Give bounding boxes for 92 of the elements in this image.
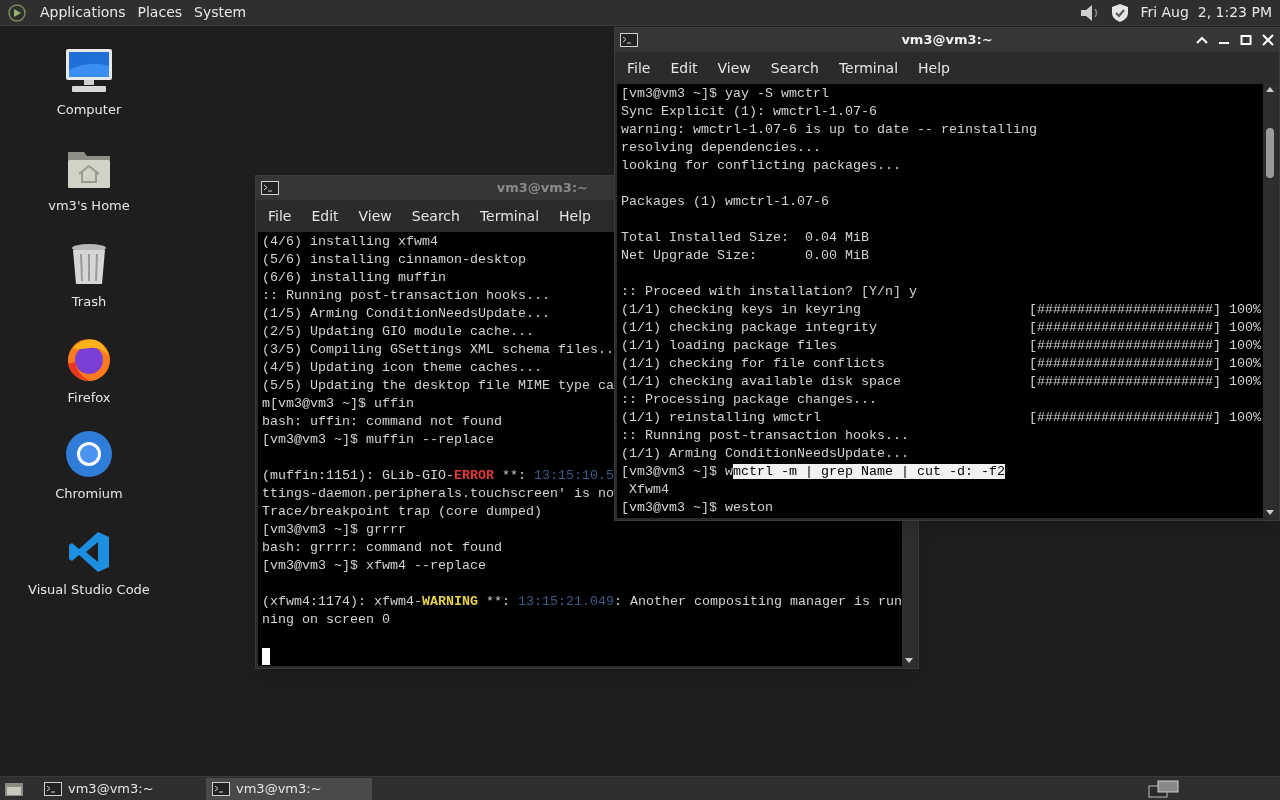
panel-menu[interactable]: Applications xyxy=(34,2,132,23)
terminal-line: :: Running post-transaction hooks... xyxy=(262,287,550,305)
panel-menu[interactable]: System xyxy=(188,2,253,23)
clock[interactable]: Fri Aug 2, 1:23 PM xyxy=(1140,2,1272,23)
terminal-line: bash: grrrr: command not found xyxy=(262,539,502,557)
terminal-line: (1/1) reinstalling wmctrl xyxy=(621,409,821,427)
show-desktop-icon[interactable] xyxy=(4,780,24,797)
terminal-icon xyxy=(44,781,62,796)
terminal-line: ning on screen 0 xyxy=(262,611,390,629)
progress-text: [######################] 100% xyxy=(1029,337,1261,355)
desktop-icon-label[interactable]: vm3's Home xyxy=(48,196,130,216)
terminal-line: (3/5) Compiling GSettings XML schema files.. xyxy=(262,341,614,359)
terminal-line: (muffin:1151): GLib-GIO-ERROR **: 13:15:10.5 xyxy=(262,467,614,485)
terminal-line: bash: uffin: command not found xyxy=(262,413,502,431)
trash-icon xyxy=(70,242,108,286)
terminal-line: :: Processing package changes... xyxy=(621,391,877,409)
scroll-up-icon[interactable] xyxy=(1266,86,1274,92)
terminal-line: (4/5) Updating icon theme caches... xyxy=(262,359,542,377)
scrollbar-thumb[interactable] xyxy=(1266,128,1274,178)
menu-item[interactable]: Terminal xyxy=(469,205,550,227)
terminal-line: (1/1) loading package files xyxy=(621,337,837,355)
terminal-line: looking for conflicting packages... xyxy=(621,157,901,175)
window-title: vm3@vm3:~ xyxy=(901,31,993,50)
terminal-line: (xfwm4:1174): xfwm4-WARNING **: 13:15:21.049: Another compositing manager is run xyxy=(262,593,902,611)
close-button[interactable] xyxy=(1262,34,1274,46)
distro-logo-icon[interactable] xyxy=(8,3,26,22)
workspace-switcher-icon[interactable] xyxy=(1148,779,1180,798)
menu-item[interactable]: File xyxy=(258,205,302,227)
menu-item[interactable]: File xyxy=(617,57,661,79)
desktop-icon-label[interactable]: Chromium xyxy=(55,484,123,504)
terminal-line: (6/6) installing muffin xyxy=(262,269,446,287)
window-title: vm3@vm3:~ xyxy=(496,179,588,198)
terminal-line: Xfwm4 xyxy=(628,481,669,499)
terminal-line: (1/1) checking available disk space xyxy=(621,373,901,391)
menu-item[interactable]: Help xyxy=(908,57,960,79)
task-button[interactable]: vm3@vm3:~ xyxy=(38,777,204,800)
computer-icon xyxy=(64,48,114,94)
terminal-line: Trace/breakpoint trap (core dumped) xyxy=(262,503,542,521)
terminal-line: Packages (1) wmctrl-1.07-6 xyxy=(621,193,829,211)
menu-item[interactable]: Edit xyxy=(301,205,349,227)
terminal-line: warning: wmctrl-1.07-6 is up to date -- reinstalling xyxy=(621,121,1037,139)
progress-text: [######################] 100% xyxy=(1029,409,1261,427)
progress-text: [######################] 100% xyxy=(1029,301,1261,319)
terminal-line: :: Proceed with installation? [Y/n] y xyxy=(621,283,917,301)
terminal-line: (5/5) Updating the desktop file MIME type ca xyxy=(262,377,614,395)
panel-menu[interactable]: Places xyxy=(131,2,189,23)
menu-item[interactable]: Search xyxy=(401,205,470,227)
terminal-line: Total Installed Size: 0.04 MiB xyxy=(621,229,869,247)
terminal-line: :: Running post-transaction hooks... xyxy=(621,427,909,445)
terminal-line: ttings-daemon.peripherals.touchscreen' is no xyxy=(262,485,614,503)
terminal-line: (1/1) checking for file conflicts xyxy=(621,355,885,373)
code-editor-icon xyxy=(67,530,111,574)
scroll-down-icon[interactable] xyxy=(905,658,913,664)
terminal-line: (1/1) checking keys in keyring xyxy=(621,301,861,319)
terminal-line: resolving dependencies... xyxy=(621,139,821,157)
terminal-line: (1/1) Arming ConditionNeedsUpdate... xyxy=(621,445,909,463)
task-button[interactable]: vm3@vm3:~ xyxy=(206,777,372,800)
terminal-line: Sync Explicit (1): wmctrl-1.07-6 xyxy=(621,103,877,121)
menu-item[interactable]: View xyxy=(707,57,761,79)
text-cursor xyxy=(262,647,270,665)
terminal-line: (1/5) Arming ConditionNeedsUpdate... xyxy=(262,305,550,323)
terminal-icon xyxy=(212,781,230,796)
terminal-line: (4/6) installing xfwm4 xyxy=(262,233,438,251)
terminal-line: (2/5) Updating GIO module cache... xyxy=(262,323,534,341)
terminal-line: [vm3@vm3 ~]$ xfwm4 --replace xyxy=(262,557,486,575)
terminal-line: m[vm3@vm3 ~]$ uffin xyxy=(262,395,414,413)
menu-item[interactable]: Help xyxy=(549,205,601,227)
terminal-line: (1/1) checking package integrity xyxy=(621,319,877,337)
maximize-button[interactable] xyxy=(1240,35,1252,45)
menu-item[interactable]: View xyxy=(348,205,402,227)
progress-text: [######################] 100% xyxy=(1029,319,1261,337)
shield-check-icon[interactable] xyxy=(1110,2,1131,23)
terminal-line: Net Upgrade Size: 0.00 MiB xyxy=(621,247,869,265)
terminal-line: (5/6) installing cinnamon-desktop xyxy=(262,251,526,269)
desktop-icon-label[interactable]: Trash xyxy=(71,292,107,312)
progress-text: [######################] 100% xyxy=(1029,373,1261,391)
shade-button[interactable] xyxy=(1196,35,1208,45)
desktop-icon-label[interactable]: Firefox xyxy=(67,388,111,408)
terminal-line: [vm3@vm3 ~]$ yay -S wmctrl xyxy=(621,85,829,103)
scroll-down-icon[interactable] xyxy=(1266,510,1274,516)
terminal-line: [vm3@vm3 ~]$ weston xyxy=(621,499,773,517)
menu-item[interactable]: Terminal xyxy=(828,57,909,79)
desktop-icon-label[interactable]: Computer xyxy=(56,100,122,120)
menu-item[interactable]: Edit xyxy=(660,57,708,79)
terminal-line: [vm3@vm3 ~]$ muffin --replace xyxy=(262,431,494,449)
desktop-icon-label[interactable]: Visual Studio Code xyxy=(28,580,150,600)
progress-text: [######################] 100% xyxy=(1029,355,1261,373)
terminal-icon xyxy=(620,33,638,47)
menu-item[interactable]: Search xyxy=(760,57,829,79)
terminal-icon xyxy=(261,181,279,195)
terminal-line: [vm3@vm3 ~]$ grrrr xyxy=(262,521,406,539)
chromium-icon xyxy=(65,430,113,478)
